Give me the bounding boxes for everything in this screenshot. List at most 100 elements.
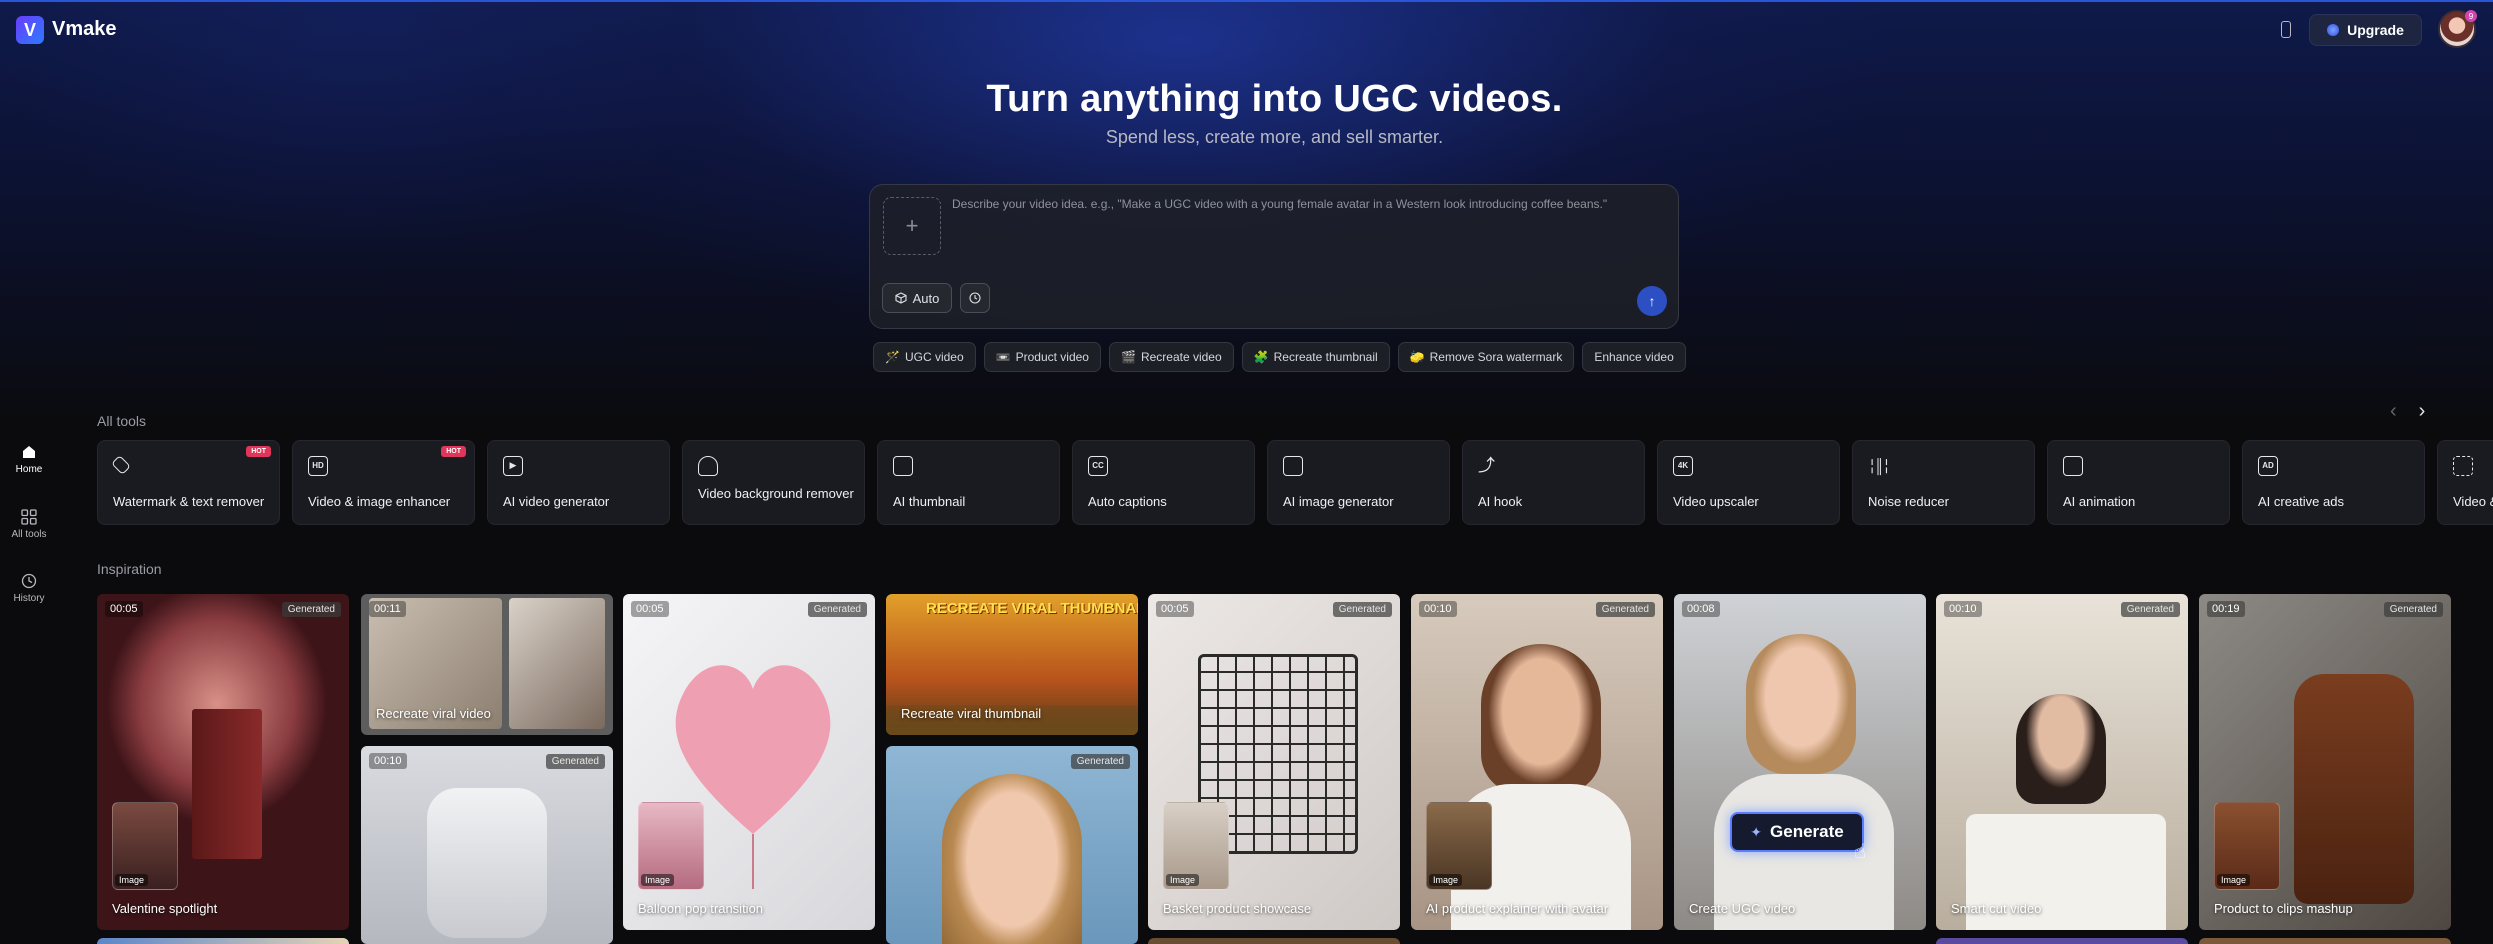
eraser-icon bbox=[111, 455, 131, 475]
next-row-card[interactable] bbox=[97, 938, 349, 944]
add-media-button[interactable]: + bbox=[883, 197, 941, 255]
tool-video-upscaler[interactable]: 4K Video upscaler bbox=[1657, 440, 1840, 525]
tool-video-background-remover[interactable]: Video background remover bbox=[682, 440, 865, 525]
sidebar-item-history[interactable]: History bbox=[0, 573, 58, 604]
tool-ai-video-generator[interactable]: ▶ AI video generator bbox=[487, 440, 670, 525]
earbuds-image bbox=[427, 788, 547, 938]
quick-chips: 🪄 UGC video 📼 Product video 🎬 Recreate vide… bbox=[873, 342, 1686, 372]
tool-video-partial[interactable]: Video & bbox=[2437, 440, 2493, 525]
generated-badge: Generated bbox=[2383, 602, 2443, 617]
prompt-input[interactable]: Describe your video idea. e.g., "Make a … bbox=[952, 197, 1662, 211]
card-smart-cut-video[interactable]: 00:10 Generated Smart cut video bbox=[1936, 594, 2188, 930]
tool-label: Video upscaler bbox=[1673, 494, 1759, 509]
generate-button[interactable]: ✦ Generate bbox=[1730, 812, 1864, 852]
top-header: V Vmake Upgrade 9 bbox=[0, 0, 2493, 58]
tool-ai-image-generator[interactable]: AI image generator bbox=[1267, 440, 1450, 525]
generated-badge: Generated bbox=[1595, 602, 1655, 617]
generated-badge: Generated bbox=[281, 602, 341, 617]
tool-label: Video & bbox=[2453, 494, 2493, 509]
card-title: Basket product showcase bbox=[1163, 901, 1312, 916]
arrow-up-icon: ↑ bbox=[1648, 293, 1656, 309]
gem-icon bbox=[2327, 24, 2340, 36]
duration-button[interactable] bbox=[960, 283, 990, 313]
card-create-ugc-video[interactable]: 00:08 ✦ Generate ☝ Create UGC video bbox=[1674, 594, 1926, 930]
captions-icon: CC bbox=[1088, 456, 1108, 476]
chip-ugc-video[interactable]: 🪄 UGC video bbox=[873, 342, 976, 372]
tool-ai-creative-ads[interactable]: AD AI creative ads bbox=[2242, 440, 2425, 525]
card-product-to-clips-mashup[interactable]: 00:19 Generated Image Product to clips m… bbox=[2199, 594, 2451, 930]
tool-auto-captions[interactable]: CC Auto captions bbox=[1072, 440, 1255, 525]
chip-label: Recreate thumbnail bbox=[1273, 350, 1378, 364]
upgrade-button[interactable]: Upgrade bbox=[2309, 14, 2422, 46]
mode-label: Auto bbox=[912, 290, 940, 306]
next-row-card[interactable] bbox=[2199, 938, 2451, 944]
chip-label: Remove Sora watermark bbox=[1429, 350, 1563, 364]
chevron-left-icon[interactable]: ‹ bbox=[2390, 400, 2397, 423]
card-title: Smart cut video bbox=[1951, 901, 2042, 916]
sidebar-item-all-tools[interactable]: All tools bbox=[0, 509, 58, 540]
card-balloon-pop-transition[interactable]: 00:05 Generated Image Balloon pop transi… bbox=[623, 594, 875, 930]
send-button[interactable]: ↑ bbox=[1637, 286, 1667, 316]
chip-product-video[interactable]: 📼 Product video bbox=[983, 342, 1101, 372]
next-row-card[interactable] bbox=[1148, 938, 1400, 944]
generated-badge: Generated bbox=[545, 754, 605, 769]
waveform-icon: ╎║╎ bbox=[1868, 458, 1891, 474]
tool-ai-thumbnail[interactable]: AI thumbnail bbox=[877, 440, 1060, 525]
chip-enhance-video[interactable]: Enhance video bbox=[1582, 342, 1686, 372]
wand-icon: 🪄 bbox=[885, 350, 900, 364]
all-tools-heading: All tools bbox=[97, 413, 147, 429]
tool-watermark-text-remover[interactable]: HOT Watermark & text remover bbox=[97, 440, 280, 525]
image-tag: Image bbox=[1166, 874, 1200, 886]
person-cutout-icon bbox=[698, 456, 718, 476]
mobile-app-button[interactable] bbox=[2275, 16, 2297, 42]
duration: 00:10 bbox=[1419, 601, 1457, 617]
card-basket-product-showcase[interactable]: 00:05 Generated Image Basket product sho… bbox=[1148, 594, 1400, 930]
generated-badge: Generated bbox=[2120, 602, 2180, 617]
home-icon bbox=[23, 446, 35, 458]
tool-label: AI hook bbox=[1478, 494, 1523, 509]
chip-label: UGC video bbox=[904, 350, 964, 364]
card-recreate-viral-thumbnail[interactable]: RECREATE VIRAL THUMBNAIL Recreate viral … bbox=[886, 594, 1138, 735]
image-tag: Image bbox=[1429, 874, 1463, 886]
vmake-logo[interactable]: V bbox=[16, 16, 44, 44]
chip-recreate-thumbnail[interactable]: 🧩 Recreate thumbnail bbox=[1241, 342, 1390, 372]
generated-badge: Generated bbox=[807, 602, 867, 617]
card-earbuds-case[interactable]: 00:10 Generated bbox=[361, 746, 613, 944]
ad-icon: AD bbox=[2258, 456, 2278, 476]
card-avatar-portrait[interactable]: Generated bbox=[886, 746, 1138, 944]
sponge-icon: 🧽 bbox=[1409, 350, 1425, 364]
tool-ai-hook[interactable]: ⤴ AI hook bbox=[1462, 440, 1645, 525]
mode-auto-button[interactable]: Auto bbox=[882, 283, 952, 313]
tool-ai-animation[interactable]: AI animation bbox=[2047, 440, 2230, 525]
avatar-face-image bbox=[1746, 634, 1856, 774]
play-icon: ▶ bbox=[503, 456, 523, 476]
sidebar-item-label: History bbox=[13, 593, 45, 604]
tool-video-image-enhancer[interactable]: HD HOT Video & image enhancer bbox=[292, 440, 475, 525]
duration: 00:05 bbox=[631, 601, 669, 617]
result-video-frame bbox=[509, 598, 605, 729]
brand-name[interactable]: Vmake bbox=[52, 18, 117, 41]
scan-icon bbox=[2453, 456, 2473, 476]
card-ai-product-explainer[interactable]: 00:10 Generated Image AI product explain… bbox=[1411, 594, 1663, 930]
duration: 00:11 bbox=[369, 601, 406, 617]
hand-cursor-icon: ☝ bbox=[1854, 841, 1867, 863]
sidebar-item-home[interactable]: Home bbox=[0, 444, 58, 475]
chip-remove-sora-watermark[interactable]: 🧽 Remove Sora watermark bbox=[1397, 342, 1575, 372]
clock-icon bbox=[21, 573, 37, 589]
tool-label: AI image generator bbox=[1283, 494, 1394, 509]
avatar-face-image bbox=[1481, 644, 1601, 794]
chip-recreate-video[interactable]: 🎬 Recreate video bbox=[1108, 342, 1234, 372]
inspiration-heading: Inspiration bbox=[97, 561, 162, 577]
tool-noise-reducer[interactable]: ╎║╎ Noise reducer bbox=[1852, 440, 2035, 525]
hot-badge: HOT bbox=[441, 446, 466, 457]
chevron-right-icon[interactable]: › bbox=[2419, 400, 2426, 423]
next-row-card[interactable] bbox=[1936, 938, 2188, 944]
image-tag: Image bbox=[115, 874, 149, 886]
duration: 00:10 bbox=[369, 753, 407, 769]
card-title: AI product explainer with avatar bbox=[1426, 901, 1609, 916]
card-recreate-viral-video[interactable]: 00:11 Recreate viral video bbox=[361, 594, 613, 735]
card-valentine-spotlight[interactable]: 00:05 Generated Image Valentine spotligh… bbox=[97, 594, 349, 930]
duration: 00:10 bbox=[1944, 601, 1982, 617]
generated-badge: Generated bbox=[1070, 754, 1130, 769]
chip-label: Enhance video bbox=[1594, 350, 1674, 364]
